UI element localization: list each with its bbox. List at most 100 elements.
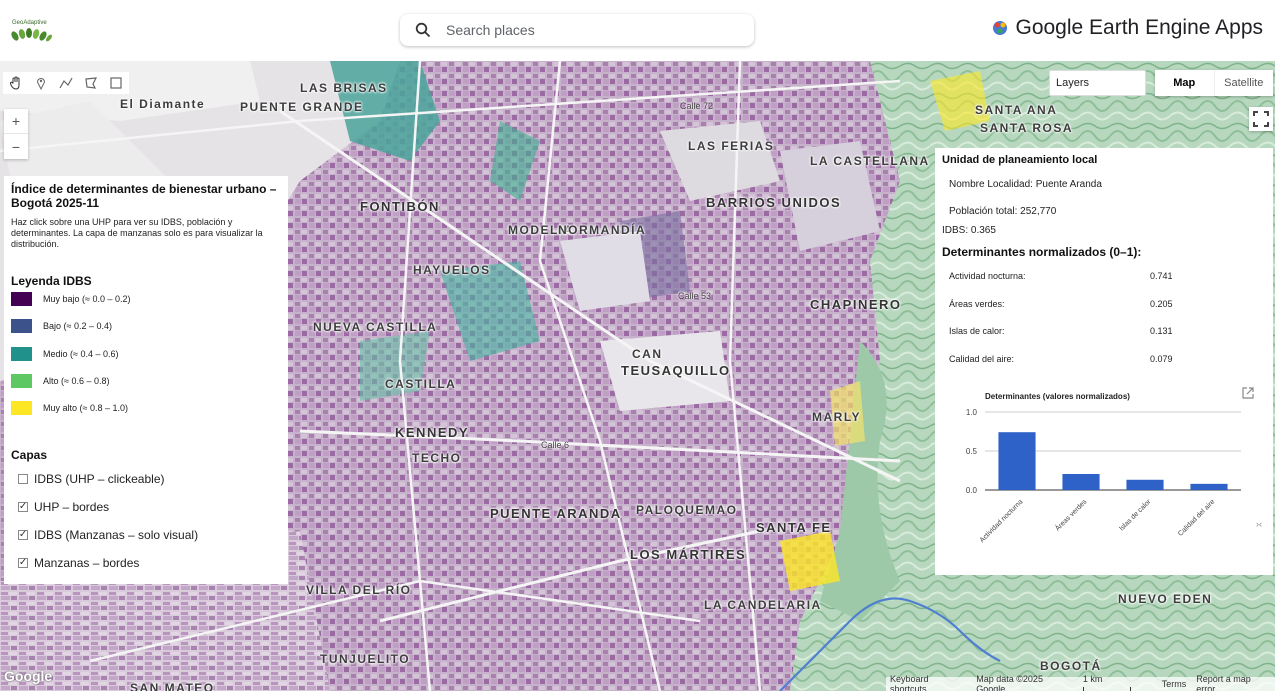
street-calle-72: Calle 72 bbox=[680, 101, 714, 111]
map-type-map-button[interactable]: Map bbox=[1155, 70, 1215, 96]
rectangle-icon[interactable] bbox=[103, 72, 128, 94]
legend-item: Muy bajo (≈ 0.0 – 0.2) bbox=[11, 292, 130, 306]
legend-label: Muy bajo (≈ 0.0 – 0.2) bbox=[43, 294, 131, 304]
top-bar: GeoAdaptive Google Earth E bbox=[0, 0, 1275, 61]
map-label-santa-ana: SANTA ANA bbox=[975, 103, 1058, 117]
map-label-los-martires: LOS MÁRTIRES bbox=[630, 547, 747, 562]
search-icon bbox=[400, 22, 446, 38]
search-input[interactable] bbox=[446, 22, 736, 38]
determinant-row: Islas de calor: 0.131 bbox=[949, 326, 1209, 336]
determinant-row: Actividad nocturna: 0.741 bbox=[949, 271, 1209, 281]
layer-toggle-idbs-uhp[interactable]: IDBS (UHP – clickeable) bbox=[18, 472, 165, 486]
polygon-icon[interactable] bbox=[78, 72, 103, 94]
determinants-title: Determinantes normalizados (0–1): bbox=[942, 245, 1142, 259]
fullscreen-icon bbox=[1253, 111, 1269, 127]
map-label-la-castellana: LA CASTELLANA bbox=[810, 154, 930, 168]
checkbox-unchecked[interactable] bbox=[18, 474, 28, 484]
map-type-satellite-button[interactable]: Satellite bbox=[1215, 70, 1274, 96]
geoadaptive-logo[interactable]: GeoAdaptive bbox=[8, 8, 54, 52]
map-label-techo: TECHO bbox=[412, 451, 462, 465]
map-label-las-brisas: LAS BRISAS bbox=[300, 81, 388, 95]
chart-bar bbox=[998, 432, 1036, 490]
map-data-text: Map data ©2025 Google bbox=[976, 674, 1043, 691]
legend-swatch-muy-bajo bbox=[11, 292, 32, 306]
terms-link[interactable]: Terms bbox=[1162, 679, 1187, 689]
google-map-logo: Google bbox=[4, 668, 53, 684]
map-label-santa-fe: SANTA FE bbox=[756, 520, 832, 535]
chart-bar bbox=[1062, 474, 1100, 490]
checkbox-checked[interactable]: ✓ bbox=[18, 530, 28, 540]
layers-dropdown[interactable]: Layers bbox=[1049, 70, 1146, 96]
legend-item: Alto (≈ 0.6 – 0.8) bbox=[11, 374, 109, 388]
legend-swatch-medio bbox=[11, 347, 32, 361]
layer-label: Manzanas – bordes bbox=[34, 556, 140, 570]
zoom-in-button[interactable]: + bbox=[4, 109, 28, 134]
determinant-name: Islas de calor: bbox=[949, 326, 1005, 336]
zoom-control: + − bbox=[4, 109, 28, 159]
panel-title: Índice de determinantes de bienestar urb… bbox=[11, 182, 277, 210]
x-tick-label: Áreas verdes bbox=[1053, 497, 1089, 533]
fullscreen-button[interactable] bbox=[1249, 107, 1273, 131]
determinant-value: 0.741 bbox=[1150, 271, 1173, 281]
layer-toggle-uhp-bordes[interactable]: ✓ UHP – bordes bbox=[18, 500, 109, 514]
chart-bar bbox=[1190, 483, 1228, 490]
determinant-value: 0.079 bbox=[1150, 354, 1173, 364]
scale-line bbox=[1082, 687, 1131, 691]
scale-bar: 1 km bbox=[1082, 674, 1152, 691]
layers-title: Capas bbox=[11, 448, 48, 462]
legend-title: Leyenda IDBS bbox=[11, 274, 92, 288]
legend-item: Muy alto (≈ 0.8 – 1.0) bbox=[11, 401, 128, 415]
map-label-teusaquillo: TEUSAQUILLO bbox=[621, 363, 731, 378]
chart-plot: 1.0 0.5 0.0Actividad nocturna Áreas verdes I… bbox=[966, 408, 1241, 544]
checkbox-checked[interactable]: ✓ bbox=[18, 502, 28, 512]
idbs-value: IDBS: 0.365 bbox=[942, 225, 996, 236]
scale-label: 1 km bbox=[1082, 674, 1103, 684]
x-tick-label: Actividad nocturna bbox=[979, 498, 1025, 544]
polyline-icon[interactable] bbox=[53, 72, 78, 94]
collapse-panel-icon[interactable]: ›‹ bbox=[1256, 519, 1262, 529]
map-label-la-candelaria: LA CANDELARIA bbox=[704, 598, 822, 612]
report-error-link[interactable]: Report a map error bbox=[1196, 674, 1271, 691]
total-population: Población total: 252,770 bbox=[949, 206, 1057, 217]
street-calle-53: Calle 53 bbox=[678, 291, 712, 301]
y-tick-label: 1.0 bbox=[966, 408, 978, 417]
map-label-kennedy: KENNEDY bbox=[395, 425, 470, 440]
earth-engine-icon bbox=[993, 21, 1008, 35]
layer-label: UHP – bordes bbox=[34, 500, 110, 514]
layer-toggle-idbs-manzanas[interactable]: ✓ IDBS (Manzanas – solo visual) bbox=[18, 528, 198, 542]
map-label-nueva-castilla: NUEVA CASTILLA bbox=[313, 320, 438, 334]
marker-icon[interactable] bbox=[28, 72, 53, 94]
map-label-las-ferias: LAS FERIAS bbox=[688, 139, 775, 153]
chart-bar bbox=[1126, 479, 1164, 490]
determinant-name: Calidad del aire: bbox=[949, 354, 1015, 364]
keyboard-shortcuts-link[interactable]: Keyboard shortcuts bbox=[890, 674, 966, 691]
hand-icon[interactable] bbox=[3, 72, 28, 94]
map-label-santa-rosa: SANTA ROSA bbox=[980, 121, 1073, 135]
layer-toggle-manzanas-bordes[interactable]: ✓ Manzanas – bordes bbox=[18, 556, 139, 570]
determinant-value: 0.131 bbox=[1150, 326, 1173, 336]
layer-label: IDBS (Manzanas – solo visual) bbox=[34, 528, 199, 542]
legend-label: Medio (≈ 0.4 – 0.6) bbox=[43, 349, 119, 359]
panel-description: Haz click sobre una UHP para ver su IDBS… bbox=[11, 217, 263, 249]
legend-item: Medio (≈ 0.4 – 0.6) bbox=[11, 347, 118, 361]
checkbox-checked[interactable]: ✓ bbox=[18, 558, 28, 568]
app-title-text: Google Earth Engine Apps bbox=[1015, 16, 1263, 39]
map-label-puente-aranda: PUENTE ARANDA bbox=[490, 506, 622, 521]
map-label-hayuelos: HAYUELOS bbox=[413, 263, 491, 277]
map-label-bogota: BOGOTÁ bbox=[1040, 659, 1102, 673]
map-label-normandia: NORMANDÍA bbox=[558, 223, 647, 237]
y-tick-label: 0.5 bbox=[966, 447, 978, 456]
map-label-tunjuelito: TUNJUELITO bbox=[320, 652, 411, 666]
uhp-info-panel: Unidad de planeamiento local Nombre Loca… bbox=[935, 148, 1273, 575]
x-tick-label: Islas de calor bbox=[1118, 498, 1153, 533]
search-box[interactable] bbox=[400, 14, 754, 46]
zoom-out-button[interactable]: − bbox=[4, 134, 28, 159]
map-label-villa-del-rio: VILLA DEL RÍO bbox=[306, 583, 412, 597]
map-label-puente-grande: PUENTE GRANDE bbox=[240, 100, 364, 114]
map-label-fontibon: FONTIBÓN bbox=[360, 199, 440, 214]
legend-item: Bajo (≈ 0.2 – 0.4) bbox=[11, 319, 112, 333]
legend-swatch-muy-alto bbox=[11, 401, 32, 415]
legend-swatch-alto bbox=[11, 374, 32, 388]
map-label-san-mateo: SAN MATEO bbox=[130, 681, 215, 691]
determinant-row: Áreas verdes: 0.205 bbox=[949, 299, 1209, 309]
